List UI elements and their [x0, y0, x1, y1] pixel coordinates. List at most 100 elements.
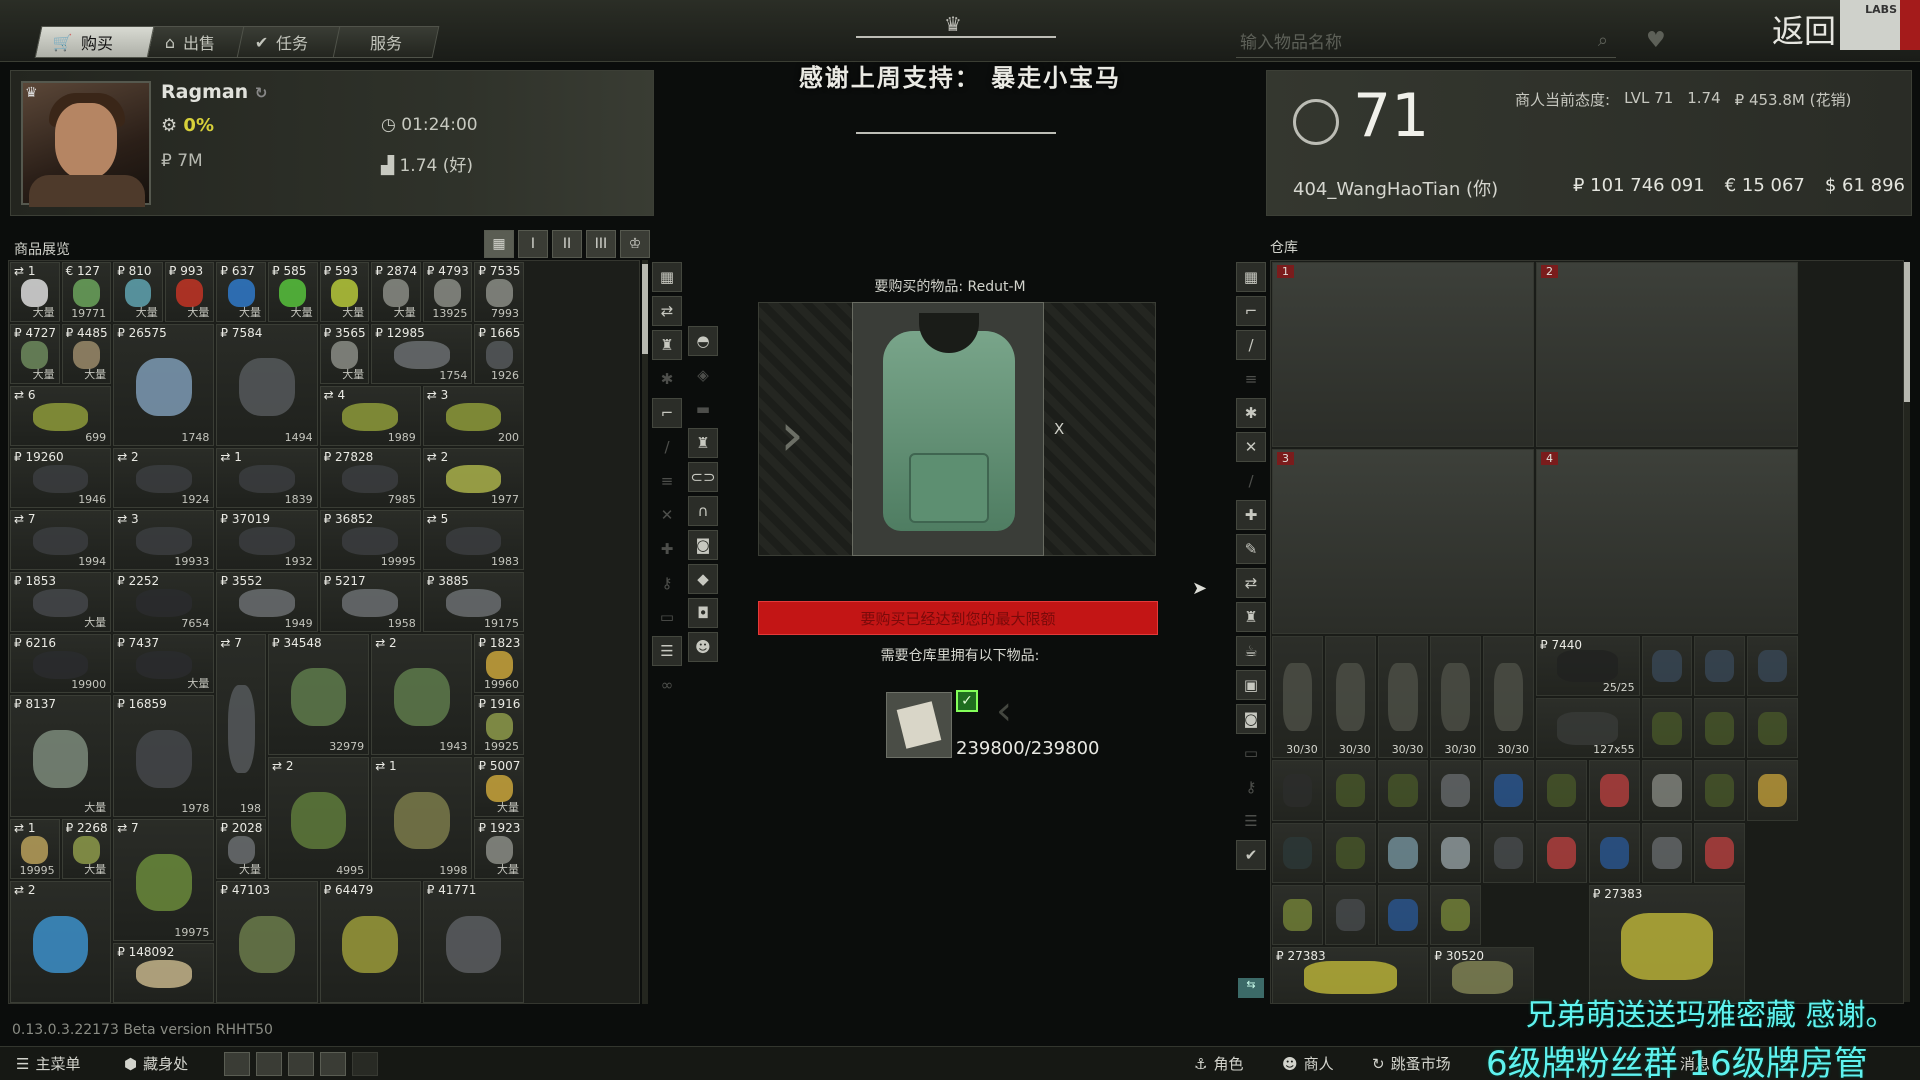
goods-scrollbar[interactable]	[642, 260, 648, 1004]
goods-item[interactable]: ₽ 7437 大量	[113, 633, 215, 694]
category-mods-icon[interactable]: ✱	[652, 364, 682, 394]
stash-item[interactable]: 30/30	[1272, 635, 1323, 759]
goods-item[interactable]: ₽ 148092	[113, 943, 215, 1003]
goods-item[interactable]: ₽ 7584 1494	[216, 323, 318, 446]
goods-item[interactable]: ₽ 64479	[319, 881, 421, 1003]
stash-item[interactable]	[1272, 760, 1323, 821]
view-2-button[interactable]: II	[552, 230, 582, 258]
goods-item[interactable]: ₽ 37019 1932	[216, 509, 318, 570]
flea-market-button[interactable]: ↻ 跳蚤市场	[1372, 1053, 1451, 1074]
search-icon[interactable]: ⌕	[1598, 30, 1608, 51]
goods-scroll-thumb[interactable]	[642, 264, 648, 354]
stash-item[interactable]: 127x55	[1536, 698, 1640, 759]
favorite-icon[interactable]: ♥	[1646, 28, 1666, 53]
goods-item[interactable]: ₽ 34548 32979	[268, 633, 370, 756]
stash-item[interactable]	[1272, 822, 1323, 884]
goods-item[interactable]: ⇄ 7 198	[216, 633, 266, 818]
goods-item[interactable]: ₽ 5217 1958	[319, 571, 421, 632]
view-grid-button[interactable]: ▦	[484, 230, 514, 258]
stash-toggle-icon[interactable]: ⇆	[1238, 978, 1264, 998]
stash-item[interactable]	[1324, 822, 1376, 884]
stash-item[interactable]: 30/30	[1324, 635, 1376, 759]
search-input[interactable]: 输入物品名称 ⌕	[1236, 24, 1616, 58]
stash-all-icon[interactable]: ▦	[1236, 262, 1266, 292]
goods-item[interactable]: ₽ 2252 7654	[113, 571, 215, 632]
category-armor-icon[interactable]: ◈	[688, 360, 718, 390]
stash-item[interactable]	[1324, 885, 1376, 946]
main-menu-button[interactable]: ☰ 主菜单	[16, 1053, 80, 1074]
group-slot[interactable]	[224, 1052, 250, 1076]
stash-special-icon[interactable]: ◙	[1236, 704, 1266, 734]
goods-item[interactable]: ₽ 593 大量	[319, 262, 370, 322]
goods-item[interactable]: ₽ 1916 19925	[474, 695, 524, 756]
stash-item[interactable]	[1641, 698, 1693, 759]
goods-item[interactable]: ₽ 3565 大量	[319, 323, 370, 384]
category-barter-icon[interactable]: ⇄	[652, 296, 682, 326]
category-armband-icon[interactable]: ◆	[688, 564, 718, 594]
goods-item[interactable]: ₽ 585 大量	[268, 262, 318, 322]
goods-item[interactable]: ₽ 2874 大量	[371, 262, 421, 322]
category-docs-icon[interactable]: ▭	[652, 602, 682, 632]
stash-scrollbar[interactable]	[1904, 262, 1910, 1002]
goods-item[interactable]: ⇄ 7 1994	[10, 509, 112, 570]
stash-item[interactable]: ₽ 30520	[1430, 947, 1534, 1003]
group-slot[interactable]	[320, 1052, 346, 1076]
stash-item[interactable]	[1430, 822, 1482, 884]
stash-item[interactable]	[1694, 698, 1746, 759]
category-knife-icon[interactable]: /	[652, 432, 682, 462]
group-slot[interactable]	[256, 1052, 282, 1076]
goods-item[interactable]: ⇄ 1 大量	[10, 262, 60, 322]
category-eyewear-icon[interactable]: ⊂⊃	[688, 462, 718, 492]
stash-keys-icon[interactable]: ⚷	[1236, 772, 1266, 802]
goods-item[interactable]: ⇄ 2 4995	[268, 757, 370, 880]
stash-item[interactable]	[1588, 760, 1640, 821]
stash-syringe-icon[interactable]: ✎	[1236, 534, 1266, 564]
goods-item[interactable]: ₽ 1923 大量	[474, 819, 524, 880]
stash-case[interactable]: 4	[1536, 448, 1798, 634]
stash-weapons-icon[interactable]: ⌐	[1236, 296, 1266, 326]
tab-services[interactable]: 服务	[332, 26, 440, 58]
view-3-button[interactable]: III	[586, 230, 616, 258]
goods-item[interactable]: ₽ 3885 19175	[422, 571, 524, 632]
stash-case[interactable]: 3	[1272, 448, 1534, 634]
character-button[interactable]: ⚓ 角色	[1194, 1053, 1243, 1074]
stash-item[interactable]	[1536, 760, 1587, 821]
goods-item[interactable]: ⇄ 7 19975	[113, 819, 215, 942]
category-backpack-icon[interactable]: ◙	[688, 530, 718, 560]
category-gear-icon[interactable]: ♜	[652, 330, 682, 360]
stash-item[interactable]	[1377, 760, 1429, 821]
goods-item[interactable]: ₽ 4727 大量	[10, 323, 60, 384]
goods-item[interactable]: ₽ 993 大量	[164, 262, 215, 322]
goods-item[interactable]: ⇄ 1 1839	[216, 447, 318, 508]
goods-item[interactable]: ₽ 4793 13925	[422, 262, 473, 322]
stash-item[interactable]: ₽ 7440 25/25	[1536, 635, 1640, 697]
stash-item[interactable]: 30/30	[1377, 635, 1429, 759]
stash-item[interactable]	[1641, 635, 1693, 697]
goods-item[interactable]: ⇄ 4 1989	[319, 385, 421, 446]
stash-item[interactable]	[1747, 760, 1798, 821]
category-headset-icon[interactable]: ∩	[688, 496, 718, 526]
category-faceshield-icon[interactable]: ◘	[688, 598, 718, 628]
stash-item[interactable]	[1694, 635, 1746, 697]
traders-button[interactable]: ☻ 商人	[1282, 1053, 1334, 1074]
category-tools-icon[interactable]: ✕	[652, 500, 682, 530]
goods-item[interactable]: ₽ 27828 7985	[319, 447, 421, 508]
category-ammo-icon[interactable]: ≡	[652, 466, 682, 496]
goods-item[interactable]: ₽ 41771	[422, 881, 524, 1003]
stash-item[interactable]	[1430, 760, 1482, 821]
back-button[interactable]: 返回	[1772, 4, 1842, 54]
stash-item[interactable]	[1536, 822, 1587, 884]
stash-scroll-thumb[interactable]	[1904, 262, 1910, 402]
stash-barter-icon[interactable]: ⇄	[1236, 568, 1266, 598]
required-item-checkbox[interactable]: ✓	[956, 690, 978, 712]
stash-knife-icon[interactable]: /	[1236, 330, 1266, 360]
category-info-icon[interactable]: ☰	[652, 636, 682, 666]
goods-item[interactable]: ₽ 36852 19995	[319, 509, 421, 570]
goods-item[interactable]: ₽ 1665 1926	[474, 323, 524, 384]
stash-info-icon[interactable]: ☰	[1236, 806, 1266, 836]
stash-item[interactable]: ₽ 27383	[1272, 947, 1429, 1003]
category-weapons-icon[interactable]: ⌐	[652, 398, 682, 428]
stash-item[interactable]	[1588, 822, 1640, 884]
stash-case[interactable]: 2	[1536, 262, 1798, 447]
stash-case[interactable]: 1	[1272, 262, 1534, 447]
